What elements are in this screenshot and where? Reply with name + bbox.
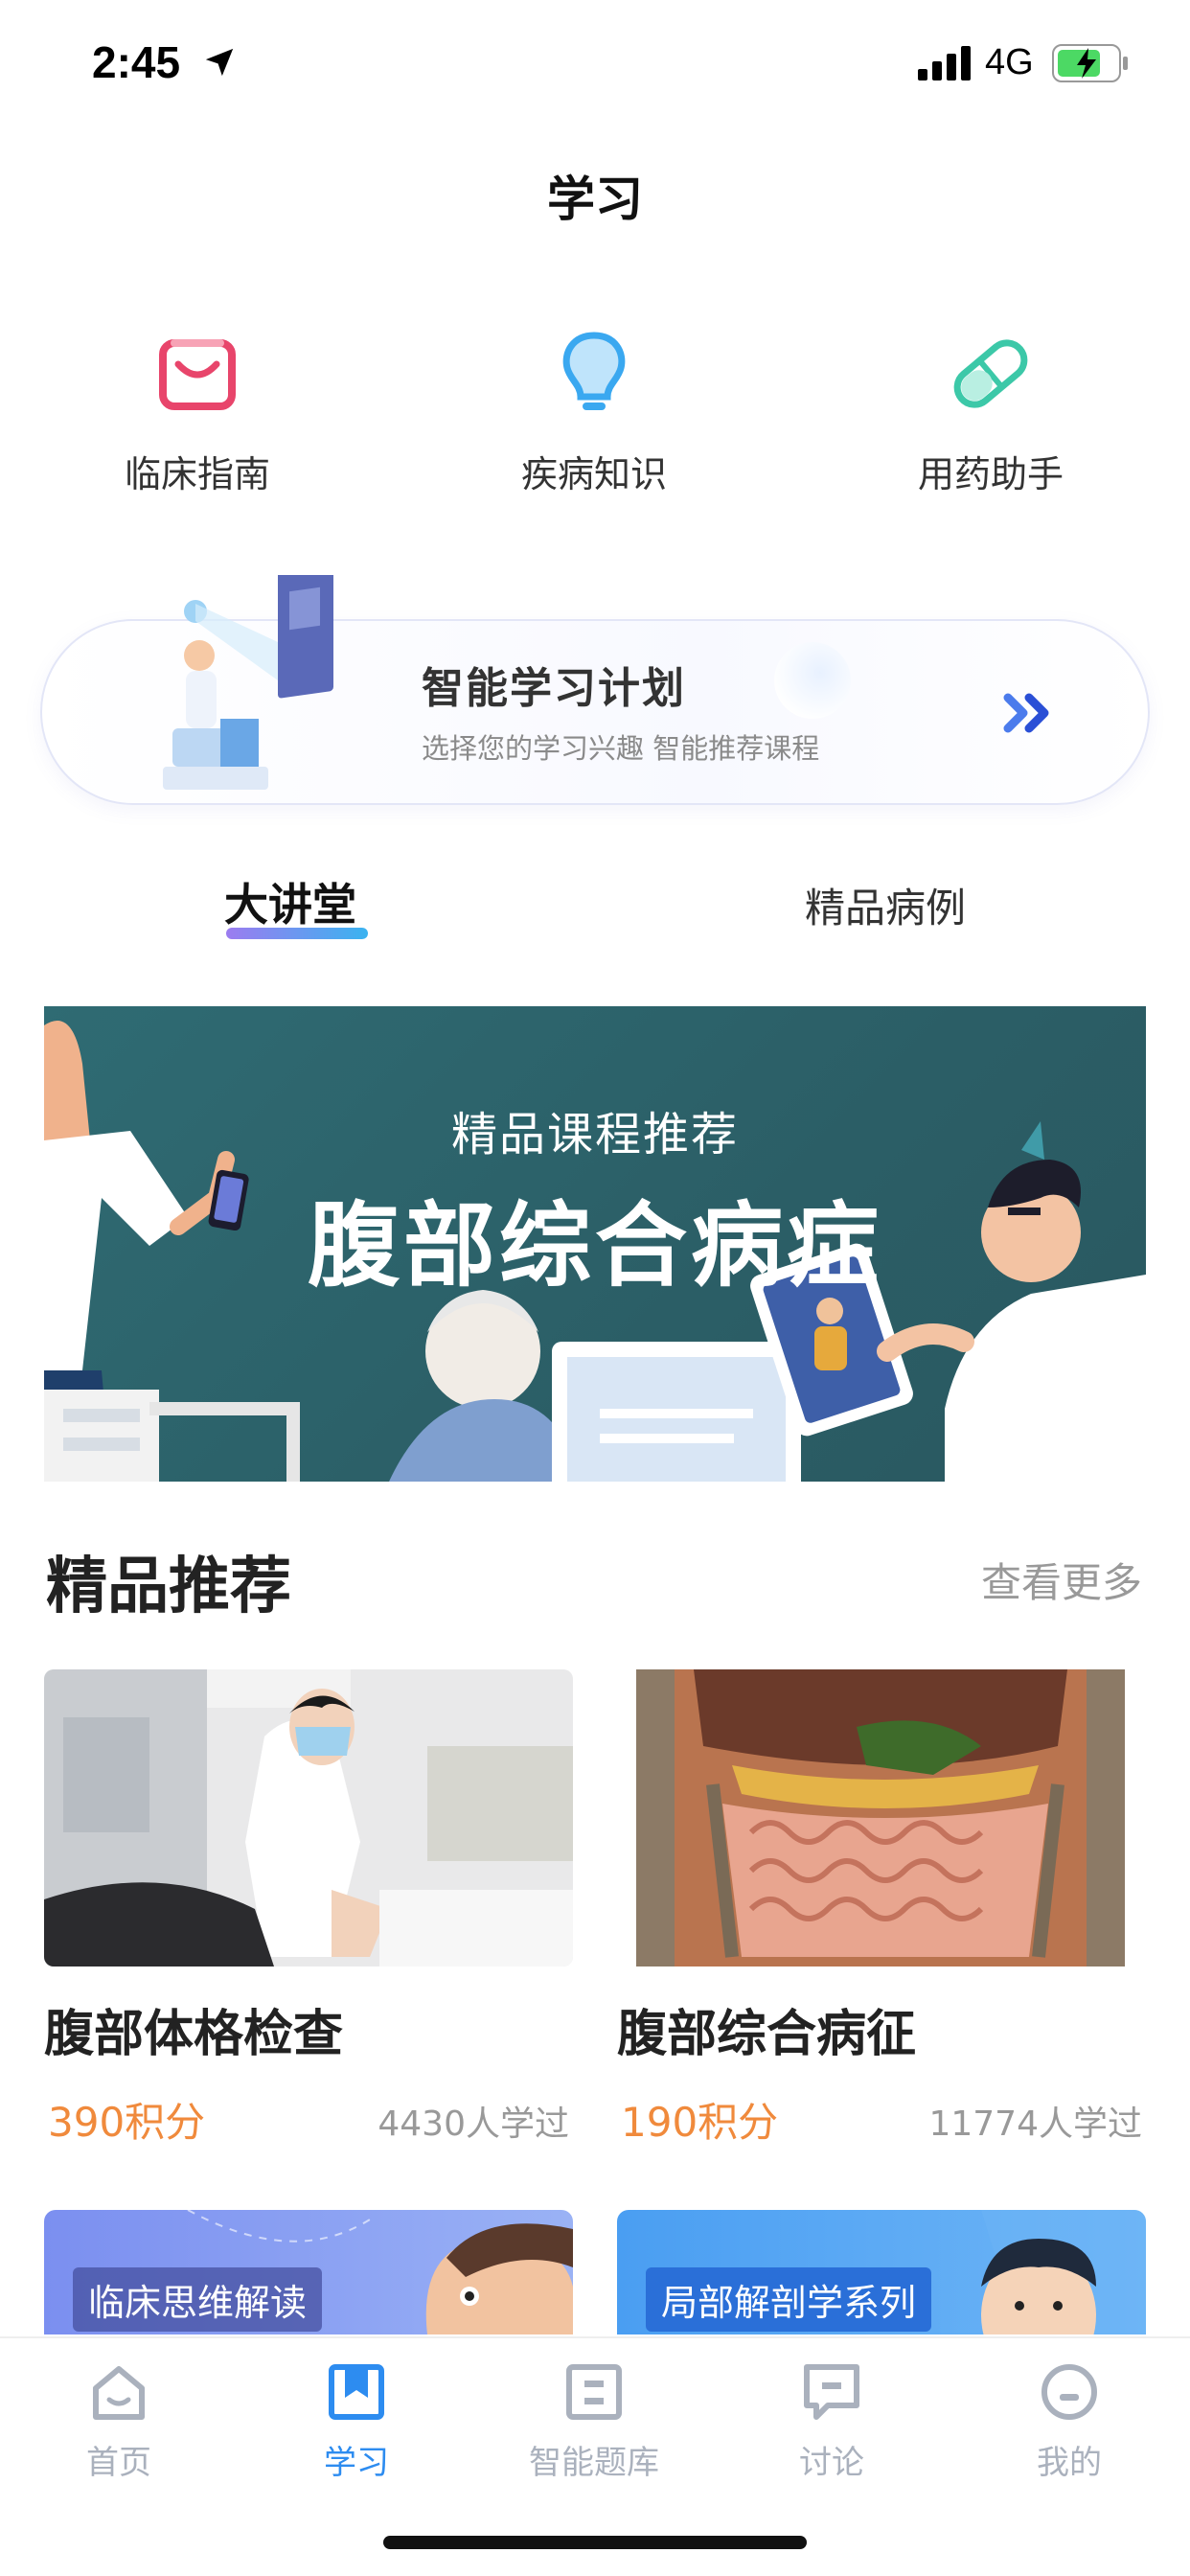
banner-subtitle: 精品课程推荐 <box>450 1108 739 1162</box>
featured-section-title: 精品推荐 <box>46 1552 291 1622</box>
course-learners: 11774人学过 <box>928 2104 1142 2144</box>
chat-icon <box>804 2364 859 2420</box>
course-card[interactable]: 腹部体格检查 390积分 4430人学过 <box>44 1669 573 2146</box>
banner-title: 腹部综合病症 <box>308 1192 882 1300</box>
study-plan-illustration <box>163 575 333 790</box>
quick-entry-label: 疾病知识 <box>520 453 667 495</box>
course-meta: 390积分 4430人学过 <box>44 2090 573 2146</box>
pill-icon <box>953 339 1028 408</box>
status-time: 2:45 <box>92 37 181 87</box>
study-plan-subtitle: 选择您的学习兴趣 智能推荐课程 <box>422 732 820 765</box>
course-card[interactable]: 局部解剖学系列 <box>617 2210 1146 2334</box>
decorative-bubble <box>774 642 851 719</box>
bookmark-icon <box>329 2364 384 2420</box>
tabbar-label: 首页 <box>86 2444 151 2482</box>
course-learners: 4430人学过 <box>378 2104 569 2144</box>
quick-entry-disease-knowledge[interactable]: 疾病知识 <box>469 326 719 518</box>
page-title: 学习 <box>547 172 643 227</box>
profile-icon <box>1041 2364 1097 2420</box>
tabbar-label: 讨论 <box>799 2444 864 2482</box>
course-thumbnail <box>617 1669 1146 1966</box>
quick-entry-label: 临床指南 <box>124 453 270 495</box>
double-chevron-right-icon[interactable] <box>1002 692 1056 734</box>
course-tag: 临床思维解读 <box>73 2267 323 2332</box>
tabbar-label: 学习 <box>324 2444 389 2482</box>
tabbar-label: 我的 <box>1037 2444 1102 2482</box>
tab-quality-cases[interactable]: 精品病例 <box>805 876 966 934</box>
course-points: 190积分 <box>621 2099 779 2146</box>
view-more-link[interactable]: 查看更多 <box>981 1551 1142 1609</box>
active-tab-indicator <box>226 928 368 939</box>
quick-entry-medication-helper[interactable]: 用药助手 <box>866 326 1115 518</box>
tabbar-item-home[interactable]: 首页 <box>23 2361 215 2483</box>
tabbar-item-discussion[interactable]: 讨论 <box>736 2361 927 2483</box>
course-card[interactable]: 临床思维解读 <box>44 2210 573 2334</box>
home-icon <box>93 2366 145 2420</box>
course-title: 腹部综合病征 <box>617 2006 917 2063</box>
tabbar-item-study[interactable]: 学习 <box>261 2361 452 2483</box>
course-thumbnail <box>44 1669 573 1966</box>
home-indicator <box>383 2536 807 2549</box>
quick-entry-label: 用药助手 <box>917 453 1064 495</box>
course-card[interactable]: 腹部综合病征 190积分 11774人学过 <box>617 1669 1146 2146</box>
course-points: 390积分 <box>48 2099 206 2146</box>
battery-charging-icon <box>1052 44 1128 82</box>
tab-lecture-hall[interactable]: 大讲堂 <box>224 870 356 933</box>
question-bank-icon <box>566 2364 622 2420</box>
network-label: 4G <box>985 42 1034 82</box>
quick-entry-clinical-guide[interactable]: 临床指南 <box>73 326 322 518</box>
tabbar-item-question-bank[interactable]: 智能题库 <box>498 2361 690 2483</box>
bag-icon <box>159 339 236 410</box>
course-tag: 局部解剖学系列 <box>646 2267 932 2332</box>
tabbar-label: 智能题库 <box>529 2444 659 2482</box>
lightbulb-icon <box>562 332 626 410</box>
study-plan-title: 智能学习计划 <box>422 664 686 713</box>
course-banner[interactable]: 精品课程推荐 腹部综合病症 <box>44 1006 1146 1482</box>
signal-icon <box>918 46 971 80</box>
status-bar: 2:45 4G <box>0 0 1190 134</box>
course-title: 腹部体格检查 <box>44 2006 344 2063</box>
course-meta: 190积分 11774人学过 <box>617 2090 1146 2146</box>
location-arrow-icon <box>205 48 234 77</box>
tabbar-item-profile[interactable]: 我的 <box>973 2361 1165 2483</box>
